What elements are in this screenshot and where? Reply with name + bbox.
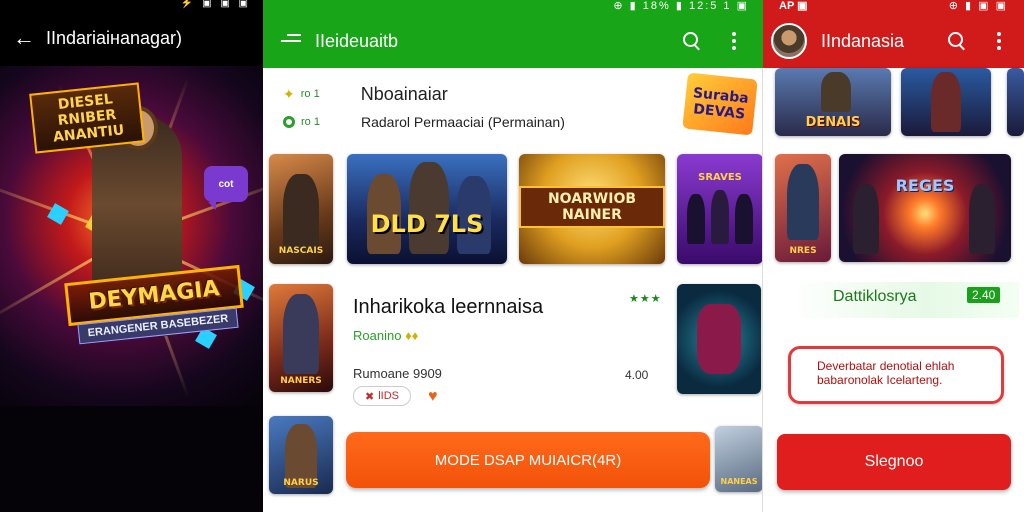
- app-title: IIndariaiнanagar): [46, 27, 183, 48]
- game-icon-large[interactable]: NANERS: [269, 284, 333, 392]
- badge-icon: ♦♦: [405, 328, 419, 343]
- search-icon: [683, 32, 701, 50]
- right-screen: AP ▣ ⊕ ▮ ▣ ▣ IIndanasia DENAIS NRES REGE…: [763, 0, 1024, 512]
- game-thumbnail[interactable]: NARUS: [269, 416, 333, 494]
- status-bar: ⊕ ▮ 18% ▮ 12:5 1 ▣: [263, 0, 763, 14]
- more-vertical-icon: [732, 32, 736, 50]
- more-vertical-icon: [997, 32, 1001, 50]
- rating-stars: ★★★: [629, 293, 662, 305]
- promo-label[interactable]: Dattiklosrya: [833, 288, 917, 306]
- chat-bubble-icon: cot: [204, 166, 248, 210]
- status-carrier: AP ▣: [779, 0, 808, 12]
- game-thumbnail[interactable]: SRAVES: [677, 154, 763, 264]
- app-bar: IIeideuaitb: [263, 14, 763, 68]
- status-icons: ⚡ ▣ ▣ ▣: [180, 0, 251, 9]
- middle-screen: ⊕ ▮ 18% ▮ 12:5 1 ▣ IIeideuaitb ✦ ro 1 Nb…: [263, 0, 763, 512]
- fire-icon: ✖: [365, 390, 375, 403]
- rank-label: ro 1: [300, 88, 320, 100]
- game-thumbnail[interactable]: NOARWIOB NAINER: [519, 154, 665, 264]
- game-thumbnail[interactable]: [1007, 68, 1024, 136]
- section-header: ✦ ro 1 Nboainaiar ro 1 Radarol Permaacia…: [283, 84, 565, 132]
- menu-icon[interactable]: [281, 33, 303, 49]
- promo-badge: 2.40: [967, 287, 1001, 303]
- back-arrow-icon[interactable]: ←: [10, 24, 38, 52]
- left-screen: ⚡ ▣ ▣ ▣ ← IIndariaiнanagar) DIESEL RNIBE…: [0, 0, 263, 512]
- status-icons: ⊕ ▮ 18% ▮ 12:5 1 ▣: [613, 0, 749, 12]
- developer-name[interactable]: Roanino ♦♦: [353, 328, 418, 343]
- game-thumbnail[interactable]: NANEAS: [715, 426, 763, 492]
- app-title: IIeideuaitb: [315, 30, 399, 51]
- game-thumbnail[interactable]: [901, 68, 991, 136]
- hero-top-banner: DIESEL RNIBER ANANTIU: [29, 82, 145, 154]
- status-bar: AP ▣ ⊕ ▮ ▣ ▣: [763, 0, 1024, 14]
- game-price: 4.00: [625, 368, 649, 382]
- app-title: IIndanasia: [821, 30, 905, 51]
- rank-label: ro 1: [301, 116, 320, 128]
- status-bar: ⚡ ▣ ▣ ▣: [0, 0, 263, 10]
- star-icon: ✦: [283, 85, 295, 102]
- install-button[interactable]: MODE DSAP MUIAICR(4R): [346, 432, 710, 488]
- game-meta: Rumoane 9909: [353, 366, 442, 381]
- game-thumbnail[interactable]: NASCAIS: [269, 154, 333, 264]
- promo-logo[interactable]: Suraba DEVAS: [682, 72, 758, 136]
- game-thumbnail[interactable]: DENAIS: [775, 68, 891, 136]
- heart-icon[interactable]: ♥: [428, 388, 438, 406]
- search-button[interactable]: [677, 26, 707, 56]
- ring-icon: [283, 116, 295, 128]
- avatar[interactable]: [771, 23, 807, 59]
- hero-banner[interactable]: DIESEL RNIBER ANANTIU cot DEYMAGIA ERANG…: [0, 66, 263, 406]
- status-icons: ⊕ ▮ ▣ ▣: [948, 0, 1008, 12]
- search-icon: [948, 32, 966, 50]
- rating-chip[interactable]: ✖ lIDS: [353, 386, 411, 406]
- section-title: Nboainaiar: [360, 83, 448, 104]
- game-thumbnail[interactable]: REGES: [839, 154, 1011, 262]
- primary-button[interactable]: Slegnoo: [777, 434, 1011, 490]
- game-thumbnail[interactable]: DLD 7LS: [347, 154, 507, 264]
- section-subtitle: Radarol Permaaciai (Permainan): [361, 114, 565, 130]
- notice-box: Deverbatar denotial ehlah babaronolak Ic…: [788, 346, 1004, 404]
- more-options-button[interactable]: [984, 26, 1014, 56]
- game-title[interactable]: Inharikoka leernnaisa: [353, 296, 543, 319]
- search-button[interactable]: [942, 26, 972, 56]
- game-thumbnail[interactable]: [677, 284, 761, 394]
- more-options-button[interactable]: [719, 26, 749, 56]
- app-bar: IIndanasia: [763, 14, 1024, 68]
- game-thumbnail[interactable]: NRES: [775, 154, 831, 262]
- app-bar: ← IIndariaiнanagar): [0, 10, 263, 66]
